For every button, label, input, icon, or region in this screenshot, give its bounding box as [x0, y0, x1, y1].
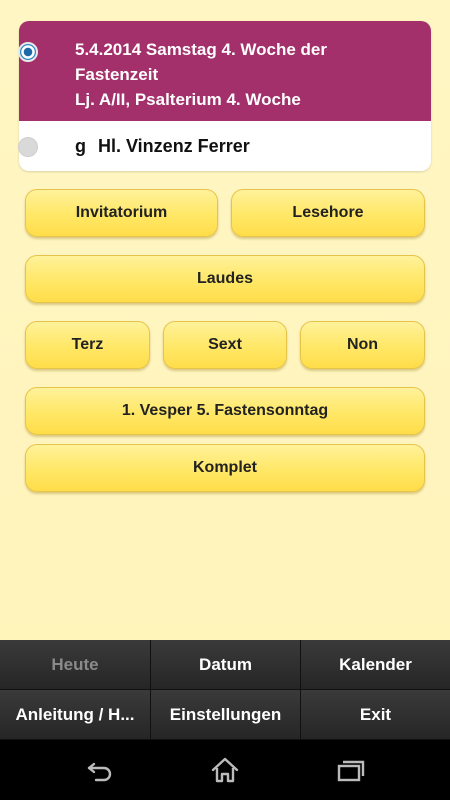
terz-button[interactable]: Terz [25, 321, 150, 369]
laudes-button[interactable]: Laudes [25, 255, 425, 303]
komplet-button[interactable]: Komplet [25, 444, 425, 492]
option-weekday-line2: Fastenzeit [75, 65, 159, 84]
system-navigation-bar [0, 740, 450, 800]
option-saint-text: g Hl. Vinzenz Ferrer [75, 136, 250, 157]
back-icon[interactable] [85, 756, 115, 784]
option-saint[interactable]: g Hl. Vinzenz Ferrer [19, 121, 431, 171]
option-weekday-line1: 5.4.2014 Samstag 4. Woche der [75, 40, 327, 59]
option-saint-label: Hl. Vinzenz Ferrer [98, 136, 250, 156]
vesper-button[interactable]: 1. Vesper 5. Fastensonntag [25, 387, 425, 435]
radio-weekday-checked[interactable] [18, 42, 38, 62]
recent-apps-icon[interactable] [335, 756, 365, 784]
menu-einstellungen[interactable]: Einstellungen [151, 690, 301, 740]
invitatorium-button[interactable]: Invitatorium [25, 189, 218, 237]
non-button[interactable]: Non [300, 321, 425, 369]
radio-saint-unchecked[interactable] [18, 137, 38, 157]
options-menu: Heute Datum Kalender Anleitung / H... Ei… [0, 640, 450, 740]
lesehore-button[interactable]: Lesehore [231, 189, 425, 237]
sext-button[interactable]: Sext [163, 321, 287, 369]
day-selection-card: 5.4.2014 Samstag 4. Woche der Fastenzeit… [19, 21, 431, 171]
option-saint-rank: g [75, 136, 86, 156]
menu-kalender[interactable]: Kalender [301, 640, 450, 690]
option-weekday-line3: Lj. A/II, Psalterium 4. Woche [75, 90, 301, 109]
menu-heute[interactable]: Heute [0, 640, 151, 690]
home-icon[interactable] [210, 756, 240, 784]
option-weekday[interactable]: 5.4.2014 Samstag 4. Woche der Fastenzeit… [19, 21, 431, 121]
option-weekday-text: 5.4.2014 Samstag 4. Woche der Fastenzeit… [75, 37, 420, 112]
menu-anleitung[interactable]: Anleitung / H... [0, 690, 151, 740]
menu-datum[interactable]: Datum [151, 640, 301, 690]
menu-exit[interactable]: Exit [301, 690, 450, 740]
